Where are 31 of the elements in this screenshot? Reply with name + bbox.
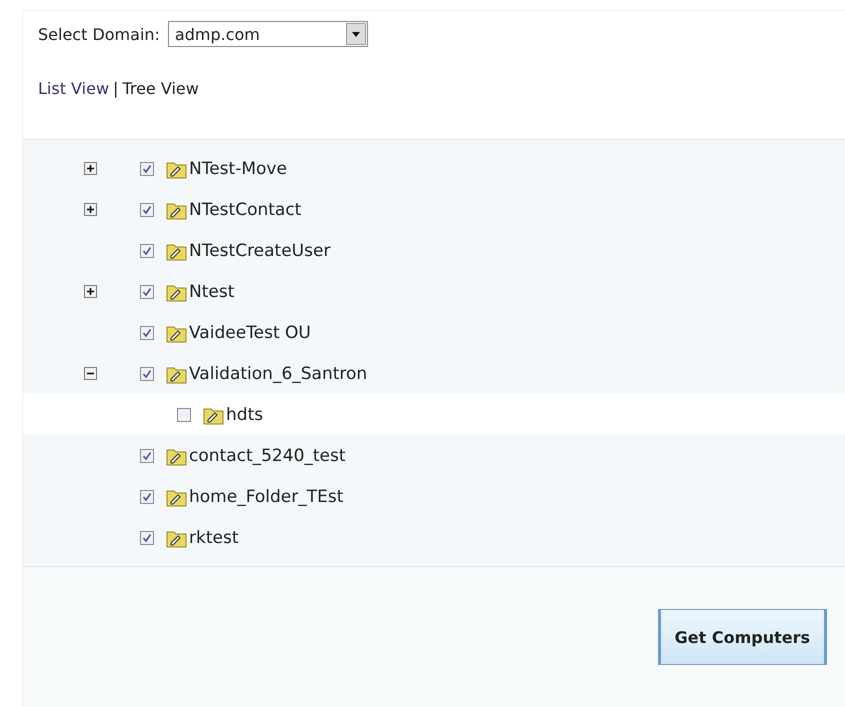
folder-label[interactable]: home_Folder_TEst xyxy=(189,486,344,506)
expander-icon[interactable] xyxy=(84,367,97,380)
expander-icon[interactable] xyxy=(84,203,97,216)
checkbox[interactable] xyxy=(177,408,191,422)
dropdown-arrow-icon xyxy=(352,32,360,36)
folder-label[interactable]: rktest xyxy=(189,528,238,548)
folder-label[interactable]: NTest-Move xyxy=(189,158,287,178)
checkbox[interactable] xyxy=(140,202,154,216)
folder-label[interactable]: hdts xyxy=(226,404,264,424)
get-computers-button[interactable]: Get Computers xyxy=(658,609,827,665)
checkbox[interactable] xyxy=(140,162,154,176)
folder-label[interactable]: Validation_6_Santron xyxy=(189,364,368,384)
checkbox[interactable] xyxy=(140,284,154,298)
view-tab[interactable]: Tree View xyxy=(122,79,199,98)
folder-label[interactable]: VaideeTest OU xyxy=(189,322,311,342)
domain-select[interactable]: admp.com xyxy=(168,21,368,47)
checkbox[interactable] xyxy=(140,530,154,544)
view-tab[interactable]: List View xyxy=(38,79,110,98)
domain-label: Select Domain: xyxy=(38,24,160,44)
folder-label[interactable]: NTestContact xyxy=(189,200,302,220)
view-separator: | xyxy=(113,79,118,98)
checkbox[interactable] xyxy=(140,244,154,258)
expander-icon[interactable] xyxy=(84,285,97,298)
checkbox[interactable] xyxy=(140,326,154,340)
folder-label[interactable]: Ntest xyxy=(189,282,234,302)
checkbox[interactable] xyxy=(140,366,154,380)
checkbox[interactable] xyxy=(140,490,154,504)
checkbox[interactable] xyxy=(140,448,154,462)
folder-label[interactable]: NTestCreateUser xyxy=(189,240,330,260)
folder-label[interactable]: contact_5240_test xyxy=(189,446,346,466)
expander-icon[interactable] xyxy=(84,162,97,175)
